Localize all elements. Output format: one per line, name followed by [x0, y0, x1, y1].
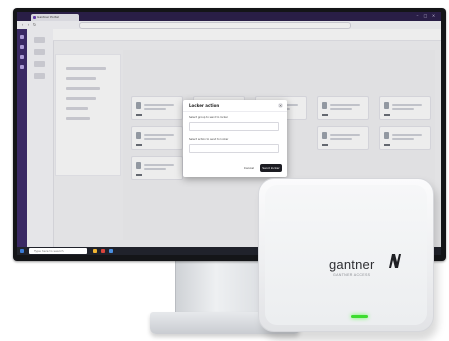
brand-mark-icon — [389, 254, 401, 268]
action-select[interactable] — [189, 144, 279, 153]
action-field-label: Select action to send to locker — [189, 138, 229, 141]
folder-icon[interactable] — [93, 249, 97, 253]
group-field-label: Select group to send to locker — [189, 116, 228, 119]
gantner-reader-device: gantner GANTNER ACCESS — [258, 178, 434, 332]
dialog-title: Locker action — [189, 103, 220, 108]
cancel-button[interactable]: Cancel — [241, 165, 257, 171]
browser-icon[interactable] — [109, 249, 113, 253]
divider — [183, 111, 287, 112]
brand-subtitle: GANTNER ACCESS — [333, 273, 371, 277]
send-locker-button[interactable]: Send locker — [260, 164, 282, 172]
locker-action-dialog: Locker action × Select group to send to … — [183, 100, 287, 177]
taskbar-search[interactable]: Type here to search — [29, 248, 87, 254]
status-led — [351, 315, 368, 318]
close-icon[interactable]: × — [278, 103, 283, 108]
group-select[interactable] — [189, 122, 279, 131]
device-face: gantner GANTNER ACCESS — [265, 185, 427, 325]
app-icon[interactable] — [101, 249, 105, 253]
brand-logo-text: gantner — [329, 257, 375, 272]
start-icon[interactable] — [20, 249, 24, 253]
